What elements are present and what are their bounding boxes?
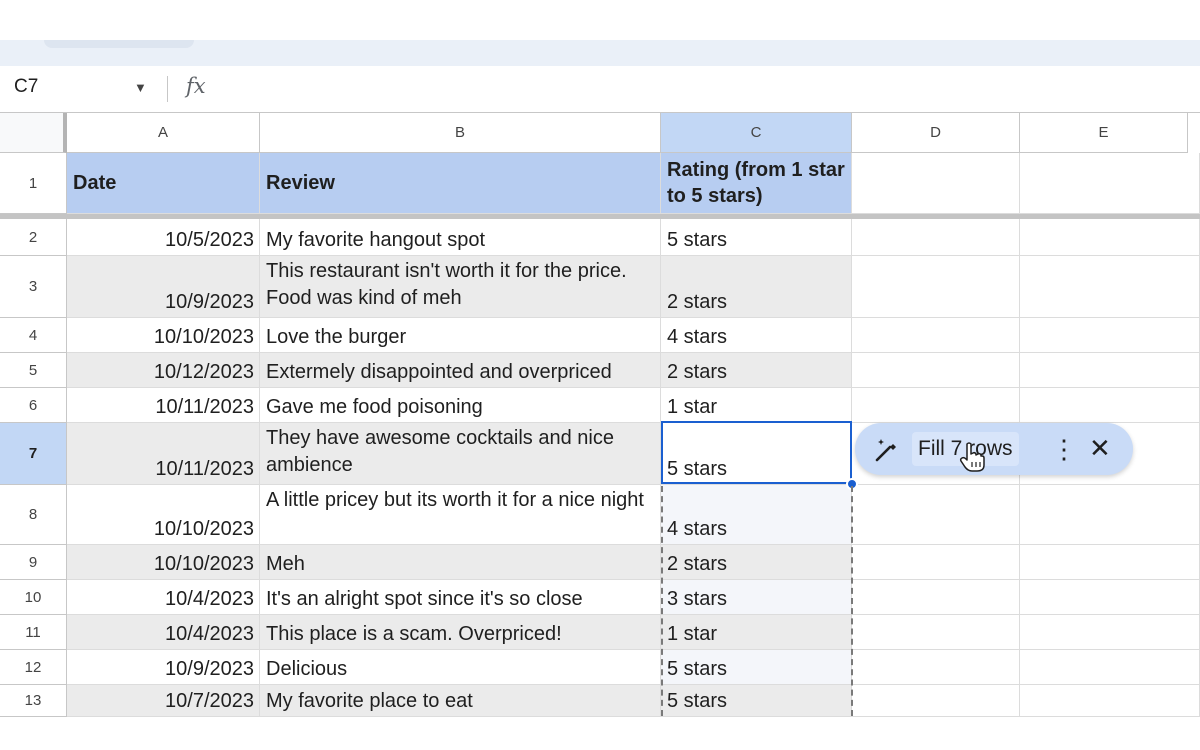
rating-cell[interactable]: 1 star xyxy=(661,388,852,423)
row-header[interactable]: 12 xyxy=(0,650,67,685)
spreadsheet-grid: A B C D E 1 Date Review Rating (from 1 s… xyxy=(0,0,1200,750)
review-cell[interactable]: Gave me food poisoning xyxy=(260,388,661,423)
empty-cell[interactable] xyxy=(852,256,1020,318)
empty-cell[interactable] xyxy=(1020,153,1200,214)
suggestion-range-outline xyxy=(661,486,663,716)
empty-cell[interactable] xyxy=(1020,650,1200,685)
header-cell-review[interactable]: Review xyxy=(260,153,661,214)
header-cell-rating[interactable]: Rating (from 1 star to 5 stars) xyxy=(661,153,852,214)
row-header[interactable]: 8 xyxy=(0,485,67,545)
row-header-selected[interactable]: 7 xyxy=(0,423,67,485)
active-cell-outline xyxy=(661,421,852,484)
date-cell[interactable]: 10/12/2023 xyxy=(67,353,260,388)
magic-wand-icon[interactable] xyxy=(873,436,901,464)
column-header-b[interactable]: B xyxy=(260,113,661,153)
row-header[interactable]: 10 xyxy=(0,580,67,615)
suggested-rating-cell[interactable]: 5 stars xyxy=(661,685,852,717)
empty-cell[interactable] xyxy=(1020,545,1200,580)
empty-cell[interactable] xyxy=(1020,256,1200,318)
date-cell[interactable]: 10/9/2023 xyxy=(67,650,260,685)
date-cell[interactable]: 10/10/2023 xyxy=(67,318,260,353)
empty-cell[interactable] xyxy=(1020,219,1200,256)
column-header-c[interactable]: C xyxy=(661,113,852,153)
date-cell[interactable]: 10/10/2023 xyxy=(67,485,260,545)
review-cell[interactable]: Meh xyxy=(260,545,661,580)
empty-cell[interactable] xyxy=(1020,580,1200,615)
row-header[interactable]: 5 xyxy=(0,353,67,388)
empty-cell[interactable] xyxy=(852,219,1020,256)
row-header[interactable]: 1 xyxy=(0,153,67,214)
empty-cell[interactable] xyxy=(852,388,1020,423)
suggested-rating-cell[interactable]: 5 stars xyxy=(661,650,852,685)
suggested-rating-cell[interactable]: 4 stars xyxy=(661,485,852,545)
date-cell[interactable]: 10/11/2023 xyxy=(67,423,260,485)
date-cell[interactable]: 10/4/2023 xyxy=(67,580,260,615)
row-header[interactable]: 13 xyxy=(0,685,67,717)
rating-cell[interactable]: 2 stars xyxy=(661,353,852,388)
column-header-e[interactable]: E xyxy=(1020,113,1188,153)
row-header[interactable]: 2 xyxy=(0,219,67,256)
review-cell[interactable]: A little pricey but its worth it for a n… xyxy=(260,485,661,545)
hand-cursor-icon xyxy=(959,442,985,472)
empty-cell[interactable] xyxy=(852,545,1020,580)
row-header[interactable]: 9 xyxy=(0,545,67,580)
review-cell[interactable]: Delicious xyxy=(260,650,661,685)
row-header[interactable]: 4 xyxy=(0,318,67,353)
rating-cell[interactable]: 4 stars xyxy=(661,318,852,353)
column-header-a[interactable]: A xyxy=(67,113,260,153)
row-header[interactable]: 3 xyxy=(0,256,67,318)
review-cell[interactable]: My favorite place to eat xyxy=(260,685,661,717)
rating-cell[interactable]: 5 stars xyxy=(661,219,852,256)
smart-fill-chip: Fill 7 rows ⋮ ✕ xyxy=(855,423,1133,475)
date-cell[interactable]: 10/11/2023 xyxy=(67,388,260,423)
select-all-corner[interactable] xyxy=(0,113,67,153)
date-cell[interactable]: 10/9/2023 xyxy=(67,256,260,318)
review-cell[interactable]: This restaurant isn't worth it for the p… xyxy=(260,256,661,318)
review-cell[interactable]: It's an alright spot since it's so close xyxy=(260,580,661,615)
date-cell[interactable]: 10/10/2023 xyxy=(67,545,260,580)
empty-cell[interactable] xyxy=(852,318,1020,353)
review-cell[interactable]: Extermely disappointed and overpriced xyxy=(260,353,661,388)
suggested-rating-cell[interactable]: 3 stars xyxy=(661,580,852,615)
suggested-rating-cell[interactable]: 2 stars xyxy=(661,545,852,580)
review-cell[interactable]: They have awesome cocktails and nice amb… xyxy=(260,423,661,485)
column-header-d[interactable]: D xyxy=(852,113,1020,153)
more-vert-icon[interactable]: ⋮ xyxy=(1051,434,1077,464)
empty-cell[interactable] xyxy=(1020,615,1200,650)
suggested-rating-cell[interactable]: 1 star xyxy=(661,615,852,650)
close-icon[interactable]: ✕ xyxy=(1089,431,1111,465)
row-header[interactable]: 11 xyxy=(0,615,67,650)
review-cell[interactable]: Love the burger xyxy=(260,318,661,353)
empty-cell[interactable] xyxy=(852,353,1020,388)
empty-cell[interactable] xyxy=(852,650,1020,685)
empty-cell[interactable] xyxy=(852,153,1020,214)
empty-cell[interactable] xyxy=(852,580,1020,615)
empty-cell[interactable] xyxy=(1020,353,1200,388)
empty-cell[interactable] xyxy=(1020,485,1200,545)
empty-cell[interactable] xyxy=(1020,685,1200,717)
suggestion-range-outline xyxy=(851,486,853,716)
date-cell[interactable]: 10/5/2023 xyxy=(67,219,260,256)
empty-cell[interactable] xyxy=(852,485,1020,545)
header-cell-date[interactable]: Date xyxy=(67,153,260,214)
empty-cell[interactable] xyxy=(1020,318,1200,353)
empty-cell[interactable] xyxy=(852,685,1020,717)
rating-cell[interactable]: 2 stars xyxy=(661,256,852,318)
review-cell[interactable]: My favorite hangout spot xyxy=(260,219,661,256)
date-cell[interactable]: 10/4/2023 xyxy=(67,615,260,650)
review-cell[interactable]: This place is a scam. Overpriced! xyxy=(260,615,661,650)
empty-cell[interactable] xyxy=(852,615,1020,650)
row-header[interactable]: 6 xyxy=(0,388,67,423)
empty-cell[interactable] xyxy=(1020,388,1200,423)
date-cell[interactable]: 10/7/2023 xyxy=(67,685,260,717)
